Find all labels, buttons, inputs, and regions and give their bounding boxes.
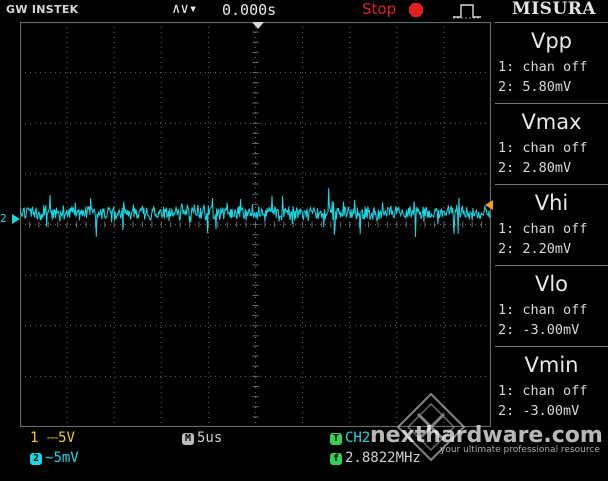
- measure-panel-title: MISURA: [511, 0, 597, 19]
- ch2-value: 2: -3.00mV: [498, 403, 580, 419]
- run-state: Stop: [362, 0, 397, 18]
- brand-logo: GW INSTEK: [6, 3, 79, 16]
- frequency-value: 2.8822MHz: [345, 450, 421, 466]
- timebase-status[interactable]: M 5us: [182, 430, 222, 446]
- ch1-status[interactable]: 1 ⎓5V: [30, 430, 75, 446]
- stop-hand-icon: [409, 3, 423, 17]
- ch1-value: 1: chan off: [498, 302, 588, 318]
- oscilloscope-screen: GW INSTEK ∧∨▾ 0.000s Stop MISURA 2 Vpp 1…: [0, 0, 608, 481]
- ch1-value: 1: chan off: [498, 140, 588, 156]
- measurement-panel: Vpp 1: chan off 2: 5.80mV Vmax 1: chan o…: [495, 22, 608, 427]
- ch2-value: 2: 5.80mV: [498, 79, 572, 95]
- timebase-value: 5us: [197, 430, 223, 446]
- ch1-number: 1: [30, 430, 39, 446]
- ch2-trace: [20, 188, 491, 238]
- trigger-badge: T: [330, 433, 342, 445]
- measurement-title: Vlo: [534, 272, 569, 296]
- trigger-source: CH2: [345, 430, 371, 446]
- timebase-badge: M: [182, 433, 194, 445]
- frequency-badge: f: [330, 453, 342, 465]
- trigger-mode-icons: ∧∨▾: [172, 1, 198, 17]
- trigger-position-marker: [252, 22, 264, 29]
- measurement-title: Vmin: [524, 353, 579, 377]
- ch1-value: 1: chan off: [498, 383, 588, 399]
- ch2-status[interactable]: 2 ∼5mV: [30, 450, 79, 466]
- ch2-value: 2: 2.20mV: [498, 241, 572, 257]
- ch2-waveform: [20, 188, 491, 238]
- ch2-value: 2: -3.00mV: [498, 322, 580, 338]
- trigger-level-marker[interactable]: [485, 200, 493, 210]
- dc-coupling-icon: ⎓: [46, 430, 59, 446]
- frequency-status[interactable]: f 2.8822MHz: [330, 450, 421, 466]
- measurement-title: Vhi: [534, 191, 569, 215]
- watermark-tagline: your ultimate professional resource: [440, 445, 600, 455]
- trigger-status[interactable]: T CH2: [330, 430, 370, 446]
- ch1-scale: 5V: [58, 430, 75, 446]
- ch2-value: 2: 2.80mV: [498, 160, 572, 176]
- measurement-vlo[interactable]: Vlo 1: chan off 2: -3.00mV: [495, 265, 608, 346]
- top-status-bar: GW INSTEK ∧∨▾ 0.000s Stop MISURA: [0, 0, 608, 22]
- ch2-ground-arrow-icon: [12, 214, 20, 224]
- rising-edge-icon: [453, 4, 481, 19]
- ch2-scale: 5mV: [53, 450, 79, 466]
- measurement-vhi[interactable]: Vhi 1: chan off 2: 2.20mV: [495, 184, 608, 265]
- ch1-value: 1: chan off: [498, 59, 588, 75]
- measurement-vpp[interactable]: Vpp 1: chan off 2: 5.80mV: [495, 22, 608, 103]
- measurement-vmin[interactable]: Vmin 1: chan off 2: -3.00mV: [495, 346, 608, 427]
- ch2-number: 2: [30, 453, 42, 465]
- measurement-title: Vmax: [521, 110, 582, 134]
- ch2-ground-marker[interactable]: 2: [0, 212, 7, 225]
- measurement-title: Vpp: [530, 29, 573, 53]
- ch1-value: 1: chan off: [498, 221, 588, 237]
- measurement-vmax[interactable]: Vmax 1: chan off 2: 2.80mV: [495, 103, 608, 184]
- trigger-position: 0.000s: [222, 1, 277, 19]
